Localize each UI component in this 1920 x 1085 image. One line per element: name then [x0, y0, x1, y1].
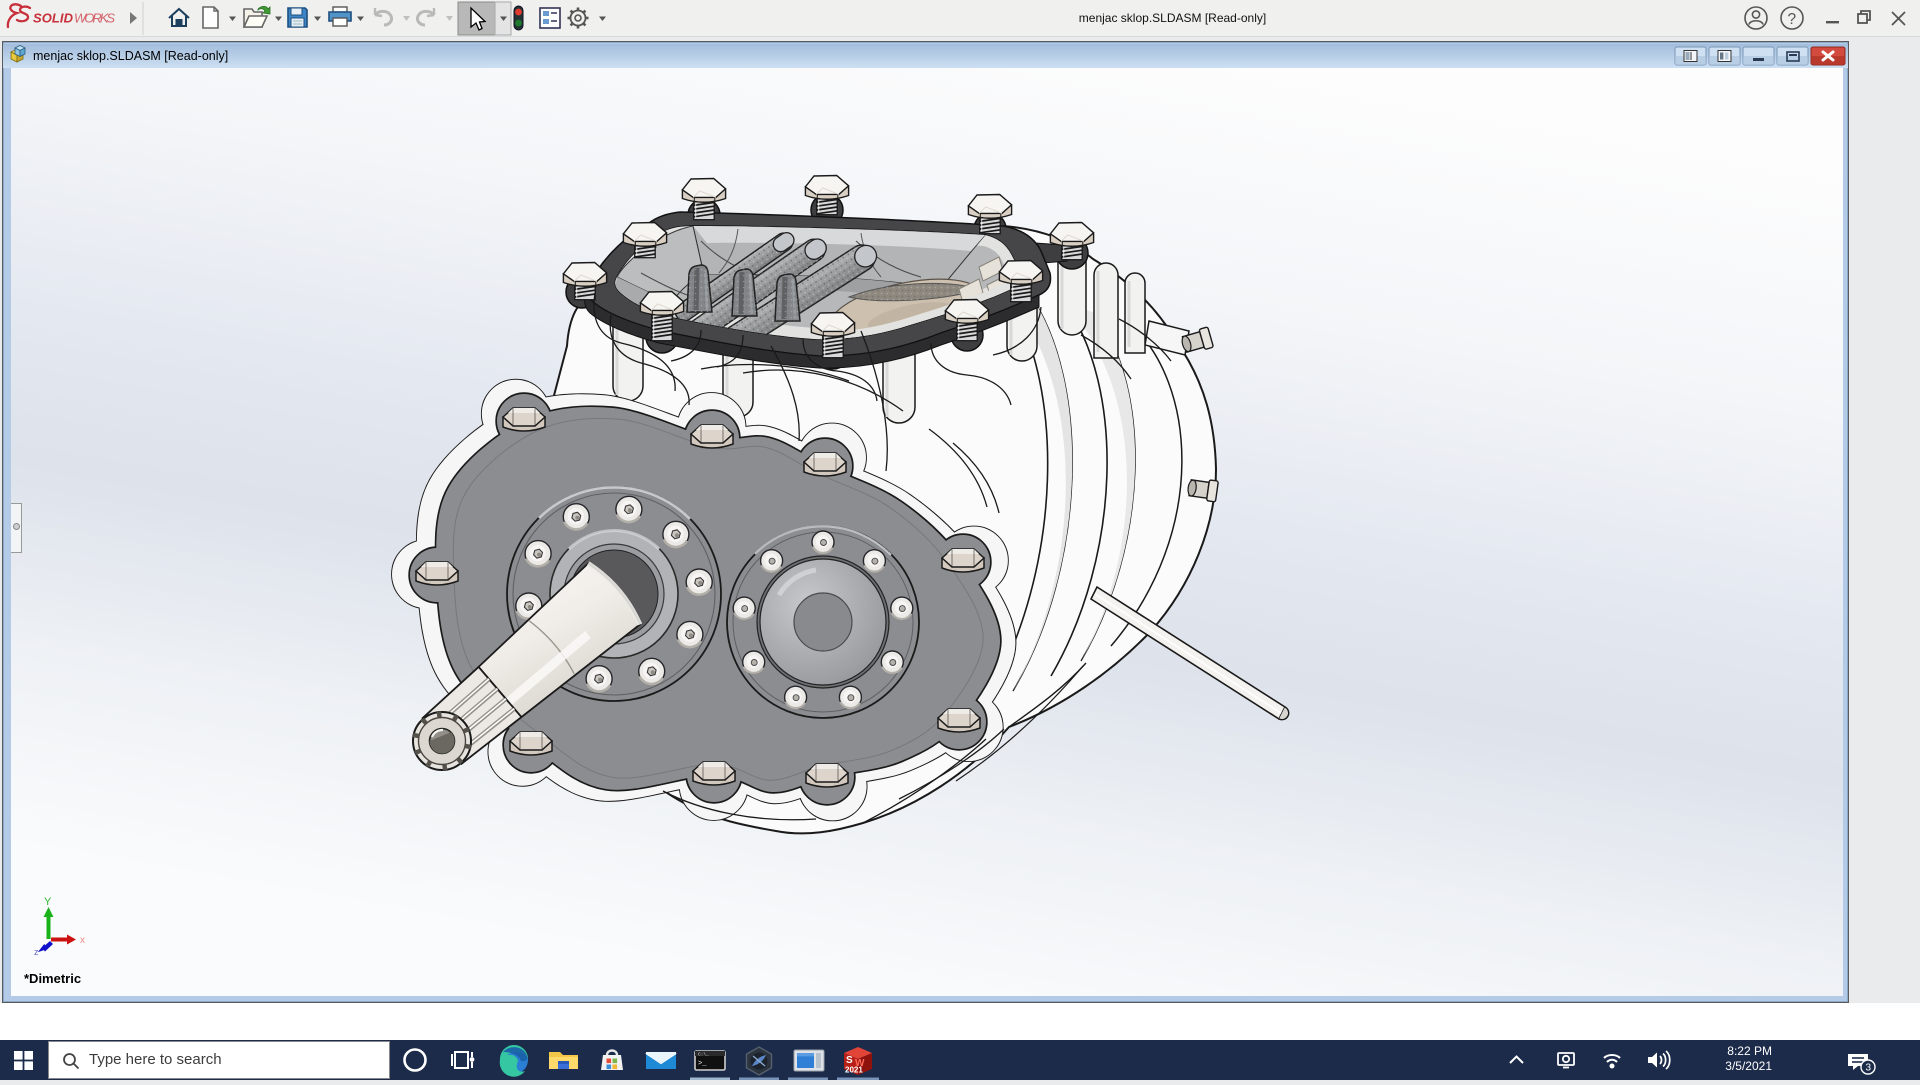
svg-text:SOLID: SOLID [33, 11, 74, 26]
svg-text:>_: >_ [698, 1060, 707, 1068]
svg-text:3: 3 [1866, 1063, 1872, 1074]
svg-text:Y: Y [44, 896, 52, 908]
svg-text:x: x [80, 935, 85, 946]
svg-text:z: z [34, 947, 39, 957]
svg-text:C:\_: C:\_ [698, 1052, 709, 1058]
svg-text:?: ? [1788, 11, 1797, 28]
svg-text:WORKS: WORKS [74, 11, 115, 26]
svg-text:2021: 2021 [845, 1066, 863, 1075]
svg-text:menjac sklop.SLDASM [Read-only: menjac sklop.SLDASM [Read-only] [33, 49, 228, 63]
svg-text:S: S [846, 1055, 853, 1066]
